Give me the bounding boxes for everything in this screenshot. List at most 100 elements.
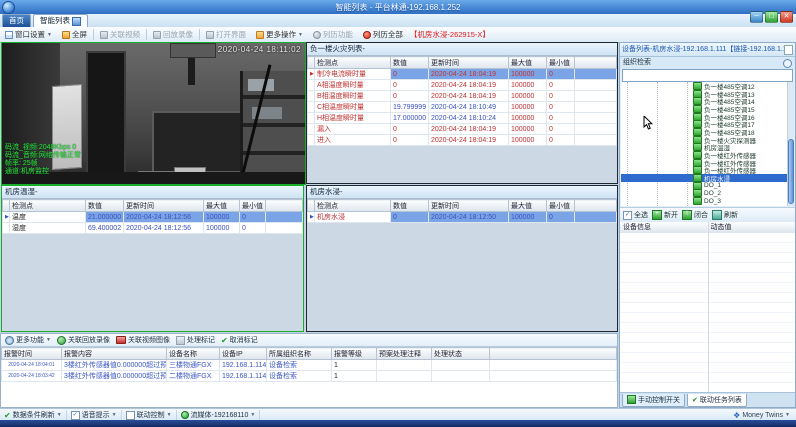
checkbox-checked-icon: ✓ bbox=[71, 411, 80, 420]
main-toolbar: 窗口设置▼ 全屏 关联视频 回放录像 打开界面 更多操作▼ 列历功能 列历全部 … bbox=[0, 27, 796, 43]
table-row[interactable]: C相温度瞬时量19.7999992020-04-24 18:10:4910000… bbox=[308, 102, 617, 113]
app-window: 智能列表 - 平台林通-192.168.1.252 ─ □ ✕ 首页 智能列表 … bbox=[0, 0, 796, 427]
tree-item[interactable]: 机房水浸 bbox=[621, 174, 794, 182]
table-row[interactable]: ▶机房水浸02020-04-24 18:12:501000000 bbox=[308, 212, 617, 223]
status-voice-prompt[interactable]: ✓语音提示▼ bbox=[67, 410, 122, 420]
bottom-strip bbox=[0, 420, 796, 427]
chevron-down-icon: ▼ bbox=[112, 412, 117, 418]
alarm-table: 报警时间 报警内容 设备名称 设备IP 所属组织名称 报警等级 预案处理注释 处… bbox=[1, 347, 617, 382]
tab-smart-list[interactable]: 智能列表 bbox=[33, 14, 88, 27]
table-row[interactable]: 漏入02020-04-24 18:04:191000000 bbox=[308, 124, 617, 135]
linked-video-button[interactable]: 关联视频 bbox=[95, 28, 145, 41]
open-button[interactable]: +新开 bbox=[652, 210, 678, 220]
mouse-cursor bbox=[643, 116, 653, 132]
table-row[interactable]: 2020-04-24 18:03:423楼红外传感器值0.000000超过预置值… bbox=[2, 371, 617, 382]
chevron-down-icon: ▼ bbox=[167, 412, 172, 418]
column-divider bbox=[708, 222, 709, 393]
brand-menu[interactable]: ❖Money Twins▼ bbox=[733, 411, 796, 420]
fire-list-table: 检测点 数值 更新时间 最大值 最小值 ▶制冷电流瞬时量02020-04-24 … bbox=[307, 56, 617, 146]
maximize-button[interactable]: □ bbox=[765, 11, 778, 23]
device-panel-header: 设备列表-机房水浸-192.168.1.111【链接-192.168.1.10:… bbox=[620, 43, 795, 57]
table-row[interactable]: 湿度69.4000022020-04-24 18:12:561000000 bbox=[3, 223, 303, 234]
alarm-alert-text: 【机房水浸-262915-X】 bbox=[410, 29, 490, 40]
checkbox-icon bbox=[126, 411, 135, 420]
window-title: 智能列表 - 平台林通-192.168.1.252 bbox=[336, 2, 461, 13]
mark-handled-button[interactable]: 处理标记 bbox=[176, 335, 215, 345]
playback-icon bbox=[153, 31, 161, 39]
document-icon[interactable] bbox=[784, 45, 793, 55]
table-row[interactable]: B相温度瞬时量02020-04-24 18:04:191000000 bbox=[308, 91, 617, 102]
video-osd-overlay: 码流_视频:2048Kbps 0 码流_音频:网络传输正常 帧率: 25帧 通道… bbox=[5, 144, 81, 176]
water-immersion-panel: 机房水浸- 检测点 数值 更新时间 最大值 最小值 ▶机房水浸02020-04-… bbox=[306, 185, 618, 332]
table-row[interactable]: H相温度瞬时量17.0000002020-04-24 18:10:2410000… bbox=[308, 113, 617, 124]
app-logo-icon bbox=[2, 1, 15, 14]
more-operations-button[interactable]: 更多操作▼ bbox=[251, 28, 308, 41]
list-all-button[interactable]: 列历全部 bbox=[358, 28, 408, 41]
camera-icon bbox=[116, 336, 126, 344]
camera-video-pane[interactable]: 2020-04-24 18:11:02 码流_视频:2048Kbps 0 码流_… bbox=[1, 42, 306, 185]
play-icon bbox=[57, 336, 66, 345]
more-functions-button[interactable]: 更多功能▼ bbox=[5, 335, 51, 345]
chevron-down-icon: ▼ bbox=[47, 32, 52, 38]
table-row[interactable]: 进入02020-04-24 18:04:191000000 bbox=[308, 135, 617, 146]
toolbar-separator bbox=[146, 29, 147, 40]
open-icon: + bbox=[652, 210, 662, 220]
chevron-down-icon: ▼ bbox=[298, 32, 303, 38]
device-list-panel: 设备列表-机房水浸-192.168.1.111【链接-192.168.1.10:… bbox=[619, 42, 796, 408]
check-icon: ✔ bbox=[692, 396, 698, 404]
window-controls: ─ □ ✕ bbox=[750, 11, 793, 23]
alarm-report-panel: 更多功能▼ 关联回放录像 关联视频图像 处理标记 ✔取消标记 报警时间 报警内容… bbox=[0, 333, 618, 408]
close-device-button[interactable]: !闭合 bbox=[682, 210, 708, 220]
table-row[interactable]: ▶制冷电流瞬时量02020-04-24 18:04:191000000 bbox=[308, 69, 617, 80]
video-icon bbox=[100, 31, 108, 39]
scrollbar-thumb[interactable] bbox=[788, 139, 794, 203]
linked-video-image-button[interactable]: 关联视频图像 bbox=[116, 335, 170, 345]
water-immersion-table: 检测点 数值 更新时间 最大值 最小值 ▶机房水浸02020-04-24 18:… bbox=[307, 199, 617, 223]
fullscreen-button[interactable]: 全屏 bbox=[57, 28, 92, 41]
panel-title: 机房温湿- bbox=[2, 186, 303, 199]
titlebar: 智能列表 - 平台林通-192.168.1.252 bbox=[0, 0, 796, 14]
record-icon bbox=[363, 31, 371, 39]
tree-item[interactable]: DO_2 bbox=[621, 190, 794, 198]
device-buttons-row: ✓全选 +新开 !闭合 刷新 bbox=[620, 207, 795, 223]
tree-scrollbar[interactable] bbox=[787, 82, 794, 206]
grid-icon bbox=[5, 31, 13, 39]
fullscreen-icon bbox=[62, 31, 70, 39]
search-input[interactable] bbox=[622, 69, 793, 82]
circle-icon bbox=[313, 31, 321, 39]
search-icon[interactable] bbox=[783, 59, 792, 68]
chevron-down-icon: ▼ bbox=[57, 412, 62, 418]
device-monitor-icon bbox=[693, 151, 702, 159]
linked-playback-button[interactable]: 关联回放录像 bbox=[57, 335, 110, 345]
checkbox-icon: ✓ bbox=[623, 211, 632, 220]
playback-button[interactable]: 回放录像 bbox=[148, 28, 198, 41]
list-history-button[interactable]: 列历功能 bbox=[308, 28, 358, 41]
chevron-down-icon: ▼ bbox=[250, 412, 255, 418]
tab-home[interactable]: 首页 bbox=[2, 14, 31, 27]
toolbar-separator bbox=[93, 29, 94, 40]
status-stream-media[interactable]: 流媒体-192168110▼ bbox=[177, 410, 261, 420]
select-all-button[interactable]: ✓全选 bbox=[623, 210, 648, 220]
tree-item[interactable]: DO_3 bbox=[621, 197, 794, 205]
unmark-button[interactable]: ✔取消标记 bbox=[221, 335, 258, 345]
close-button[interactable]: ✕ bbox=[780, 11, 793, 23]
search-label-row: 组织检索 bbox=[620, 57, 795, 69]
minimize-button[interactable]: ─ bbox=[750, 11, 763, 23]
brand-icon: ❖ bbox=[733, 411, 740, 420]
window-settings-button[interactable]: 窗口设置▼ bbox=[0, 28, 57, 41]
tab-icon bbox=[72, 17, 81, 26]
refresh-icon bbox=[712, 210, 722, 220]
refresh-button[interactable]: 刷新 bbox=[712, 210, 738, 220]
status-data-refresh[interactable]: ✔数据条件刷新▼ bbox=[0, 410, 67, 420]
table-row[interactable]: 2020-04-24 18:04:013楼红外传感器值0.000000超过预置值… bbox=[2, 360, 617, 371]
open-ui-button[interactable]: 打开界面 bbox=[201, 28, 251, 41]
status-linkage-control[interactable]: 联动控制▼ bbox=[122, 410, 177, 420]
device-monitor-icon bbox=[693, 197, 702, 205]
tab-manual-switch[interactable]: 手动控制开关 bbox=[622, 394, 685, 407]
device-monitor-icon bbox=[693, 82, 702, 90]
table-row[interactable]: ▶温度21.0000002020-04-24 18:12:561000000 bbox=[3, 212, 303, 223]
tab-linkage-tasks[interactable]: ✔联动任务列表 bbox=[687, 394, 747, 407]
tree-item[interactable]: DO_1 bbox=[621, 182, 794, 190]
table-row[interactable]: A相温度瞬时量02020-04-24 18:04:191000000 bbox=[308, 80, 617, 91]
alarm-toolbar: 更多功能▼ 关联回放录像 关联视频图像 处理标记 ✔取消标记 bbox=[1, 334, 617, 347]
